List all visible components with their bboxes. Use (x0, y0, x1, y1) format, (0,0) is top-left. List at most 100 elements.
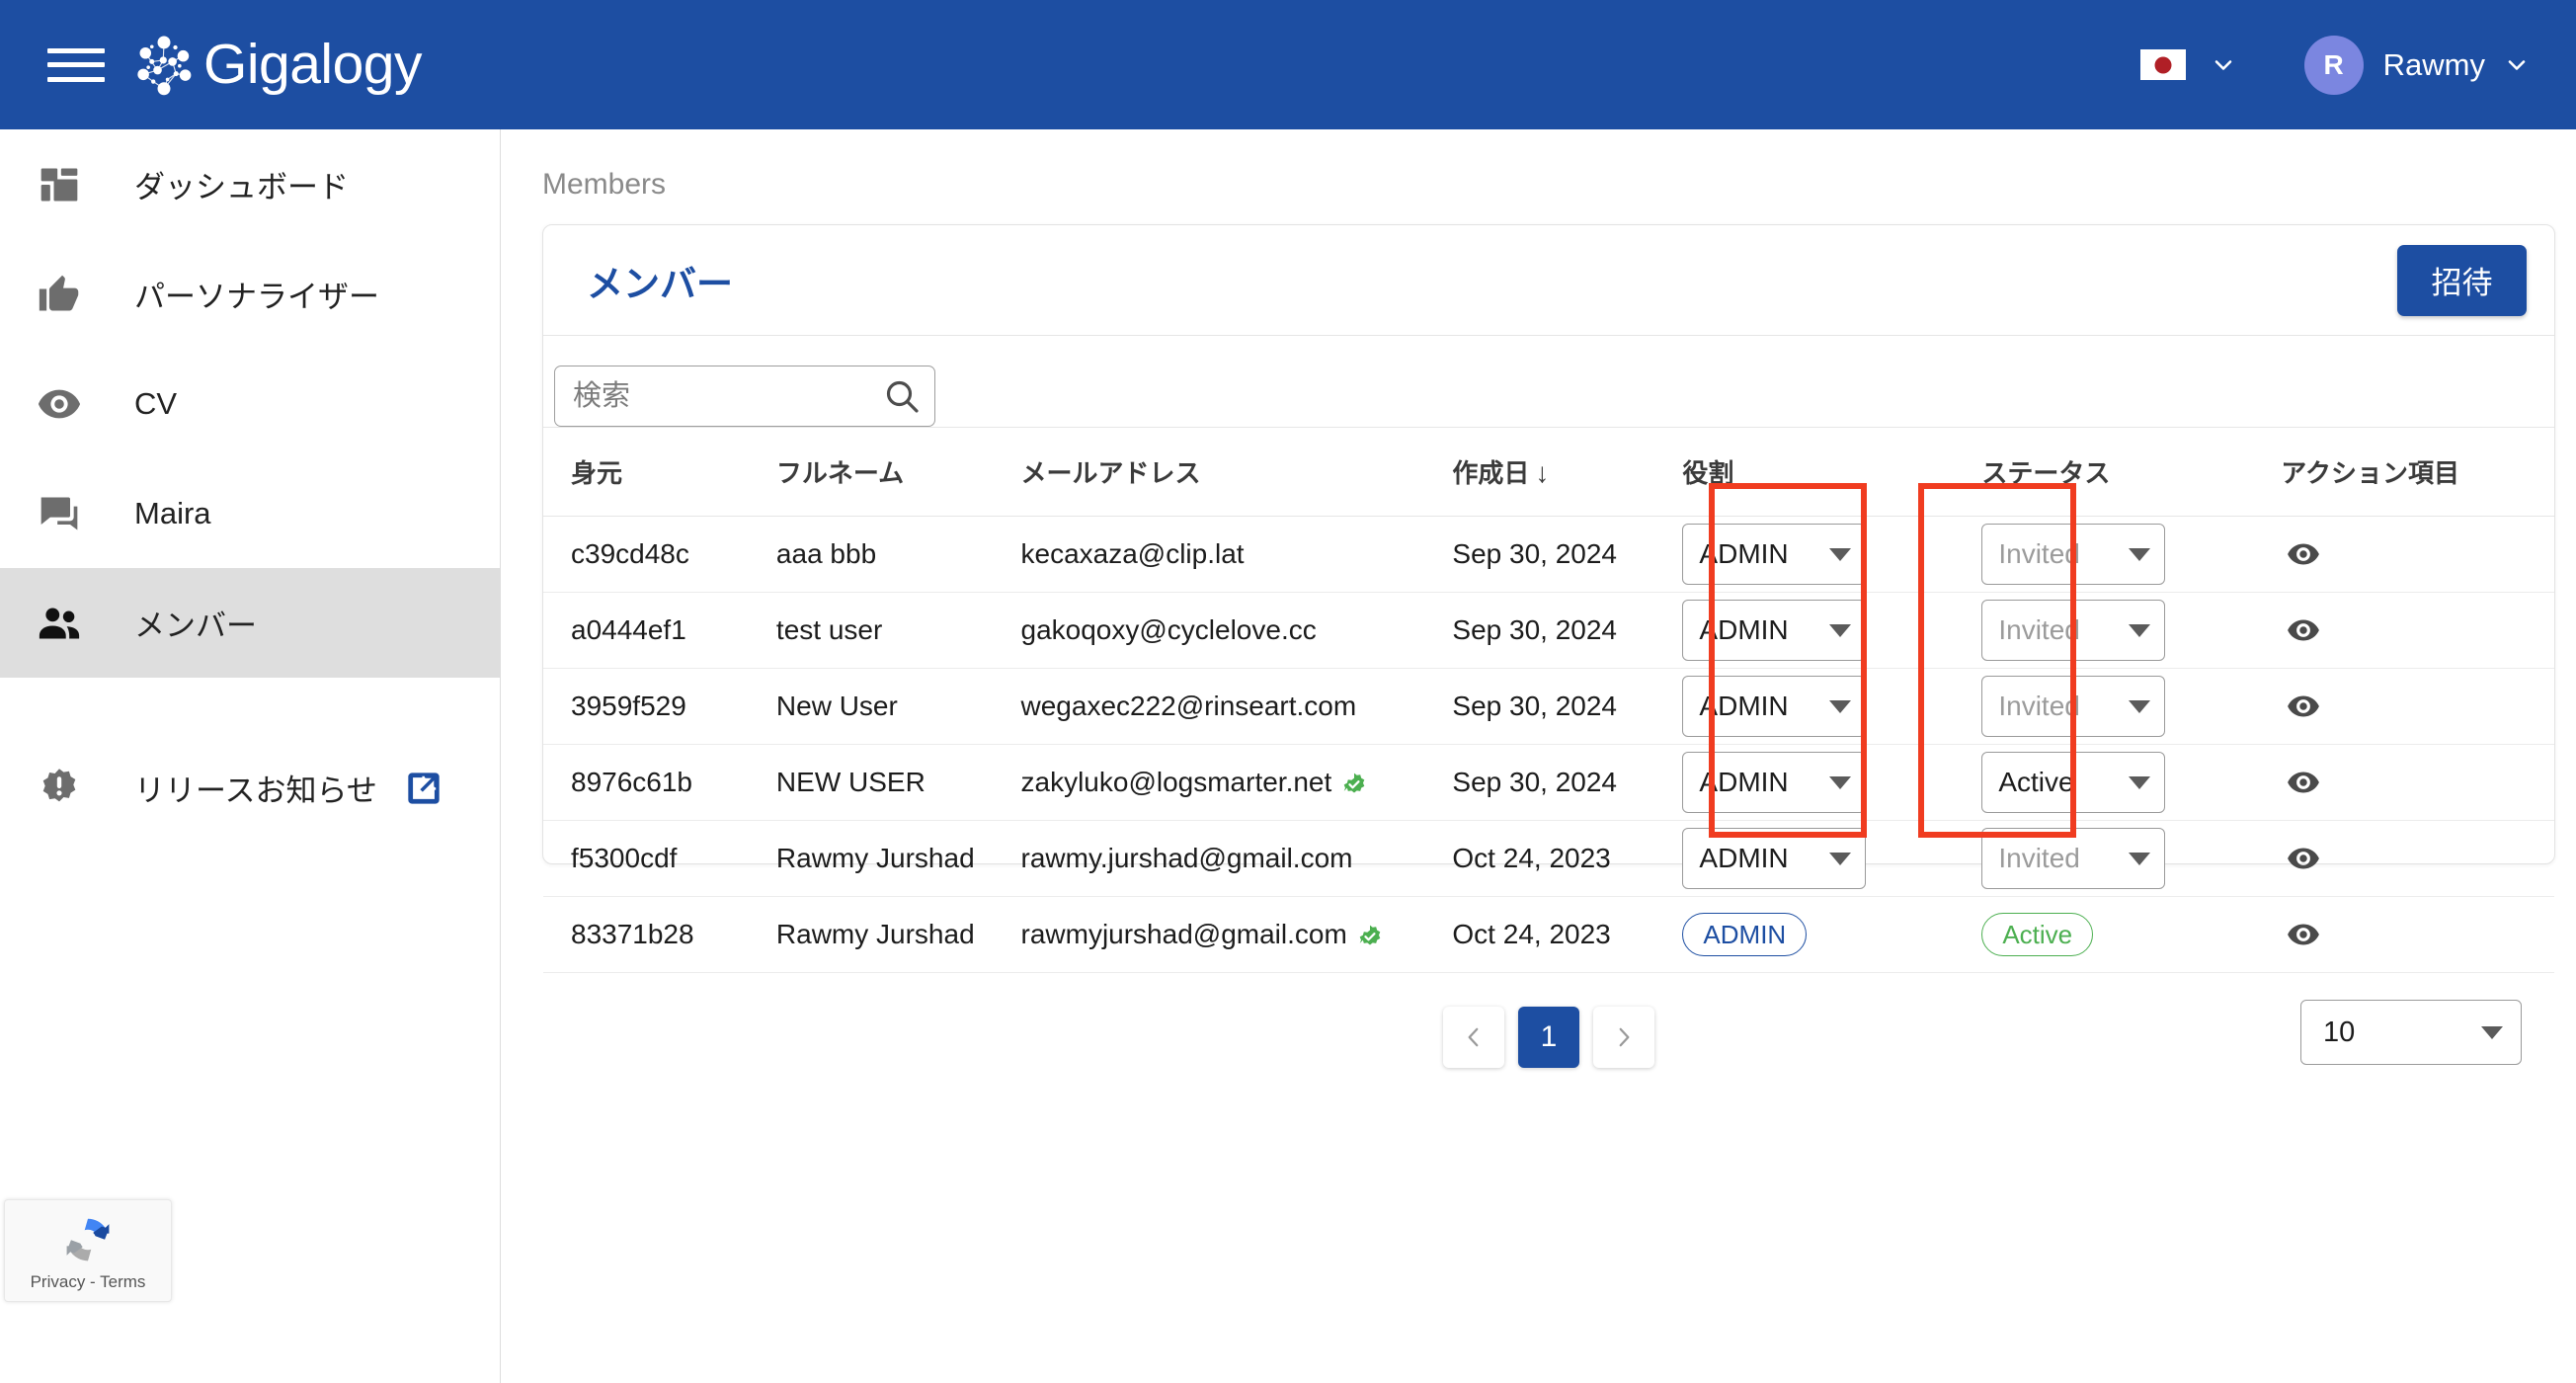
recaptcha-label: Privacy - Terms (31, 1272, 146, 1292)
column-header-created[interactable]: 作成日↓ (1452, 428, 1682, 517)
chevron-right-icon (1611, 1024, 1637, 1050)
role-select-value: ADMIN (1699, 538, 1829, 570)
page-title: メンバー (587, 254, 733, 307)
page-number-button[interactable]: 1 (1518, 1007, 1579, 1068)
members-card: メンバー 招待 身元 フルネーム メールアドレス (542, 224, 2555, 864)
cell-email: rawmy.jurshad@gmail.com (1021, 821, 1453, 897)
chevron-down-icon (1829, 548, 1851, 561)
sidebar-item-label: CV (134, 386, 177, 422)
cell-role: ADMIN (1682, 897, 1981, 973)
previous-page-button[interactable] (1443, 1007, 1504, 1068)
column-header-status[interactable]: ステータス (1981, 428, 2281, 517)
eye-icon[interactable] (2281, 608, 2326, 653)
cell-status: Active (1981, 897, 2281, 973)
cell-role: ADMIN (1682, 669, 1981, 745)
sidebar-item-release-notice[interactable]: リリースお知らせ (0, 733, 500, 843)
column-header-email[interactable]: メールアドレス (1021, 428, 1453, 517)
cell-email: zakyluko@logsmarter.net (1021, 745, 1453, 821)
sidebar: ダッシュボード パーソナライザー CV Maira (0, 129, 501, 1383)
eye-icon[interactable] (2281, 684, 2326, 729)
status-select[interactable]: Invited (1981, 828, 2165, 889)
pagination-bar: 1 10 (543, 973, 2554, 1101)
members-table: 身元 フルネーム メールアドレス 作成日↓ 役割 ステータス アクション項目 c… (543, 427, 2554, 973)
eye-icon[interactable] (2281, 836, 2326, 881)
role-select[interactable]: ADMIN (1682, 676, 1866, 737)
people-icon (32, 596, 87, 651)
chevron-down-icon (2129, 548, 2150, 561)
column-header-role[interactable]: 役割 (1682, 428, 1981, 517)
cell-full-name: aaa bbb (776, 517, 1021, 593)
cell-action (2281, 593, 2554, 669)
chevron-down-icon (2212, 53, 2235, 77)
role-select-value: ADMIN (1699, 691, 1829, 722)
cell-role: ADMIN (1682, 517, 1981, 593)
status-select[interactable]: Invited (1981, 600, 2165, 661)
cell-status: Invited (1981, 669, 2281, 745)
eye-icon[interactable] (2281, 760, 2326, 805)
chevron-down-icon (1829, 624, 1851, 637)
sidebar-item-personalizer[interactable]: パーソナライザー (0, 239, 500, 349)
cell-action (2281, 517, 2554, 593)
cell-id: a0444ef1 (543, 593, 776, 669)
verified-badge-icon (1357, 924, 1383, 949)
language-selector[interactable] (2140, 49, 2235, 80)
cell-created: Sep 30, 2024 (1452, 593, 1682, 669)
chevron-down-icon (1829, 700, 1851, 713)
chevron-down-icon (2129, 700, 2150, 713)
gigalogy-logo-icon (128, 30, 200, 101)
chevron-left-icon (1461, 1024, 1487, 1050)
search-icon[interactable] (882, 376, 922, 416)
cell-email: rawmyjurshad@gmail.com (1021, 897, 1453, 973)
role-select-value: ADMIN (1699, 843, 1829, 874)
cell-id: c39cd48c (543, 517, 776, 593)
rows-per-page-select[interactable]: 10 (2300, 1000, 2522, 1065)
search-input[interactable] (554, 366, 935, 427)
status-select-value: Active (1998, 767, 2129, 798)
role-select[interactable]: ADMIN (1682, 600, 1866, 661)
cell-action (2281, 745, 2554, 821)
sidebar-item-members[interactable]: メンバー (0, 568, 500, 678)
column-header-action[interactable]: アクション項目 (2281, 428, 2554, 517)
user-menu[interactable]: R Rawmy (2304, 36, 2529, 95)
role-select[interactable]: ADMIN (1682, 752, 1866, 813)
cell-full-name: New User (776, 669, 1021, 745)
eye-icon[interactable] (2281, 912, 2326, 957)
status-select[interactable]: Active (1981, 752, 2165, 813)
column-header-full-name[interactable]: フルネーム (776, 428, 1021, 517)
sidebar-item-dashboard[interactable]: ダッシュボード (0, 129, 500, 239)
eye-icon[interactable] (2281, 531, 2326, 577)
cell-created: Sep 30, 2024 (1452, 517, 1682, 593)
japan-flag-icon (2140, 49, 2186, 80)
cell-full-name: NEW USER (776, 745, 1021, 821)
status-select[interactable]: Invited (1981, 524, 2165, 585)
eye-icon (32, 376, 87, 432)
brand-logo-link[interactable]: Gigalogy (128, 30, 422, 101)
cell-id: 3959f529 (543, 669, 776, 745)
chevron-down-icon (1829, 776, 1851, 789)
hamburger-bar (47, 77, 105, 82)
role-select[interactable]: ADMIN (1682, 524, 1866, 585)
cell-status: Active (1981, 745, 2281, 821)
role-select[interactable]: ADMIN (1682, 828, 1866, 889)
cell-id: 8976c61b (543, 745, 776, 821)
chevron-down-icon (2129, 853, 2150, 865)
cell-full-name: test user (776, 593, 1021, 669)
sidebar-item-cv[interactable]: CV (0, 349, 500, 458)
column-header-created-label: 作成日 (1452, 458, 1529, 488)
chevron-down-icon (2129, 776, 2150, 789)
cell-full-name: Rawmy Jurshad (776, 821, 1021, 897)
breadcrumb: Members (502, 129, 2576, 202)
status-select-value: Invited (1998, 538, 2129, 570)
column-header-id[interactable]: 身元 (543, 428, 776, 517)
cell-created: Oct 24, 2023 (1452, 897, 1682, 973)
invite-button[interactable]: 招待 (2397, 245, 2527, 316)
sidebar-divider-gap (0, 678, 500, 733)
hamburger-menu-icon[interactable] (47, 42, 105, 88)
user-name: Rawmy (2383, 47, 2485, 83)
table-row: 3959f529New Userwegaxec222@rinseart.comS… (543, 669, 2554, 745)
cell-full-name: Rawmy Jurshad (776, 897, 1021, 973)
sidebar-item-maira[interactable]: Maira (0, 458, 500, 568)
next-page-button[interactable] (1593, 1007, 1654, 1068)
status-select[interactable]: Invited (1981, 676, 2165, 737)
recaptcha-badge[interactable]: Privacy - Terms (4, 1199, 172, 1302)
